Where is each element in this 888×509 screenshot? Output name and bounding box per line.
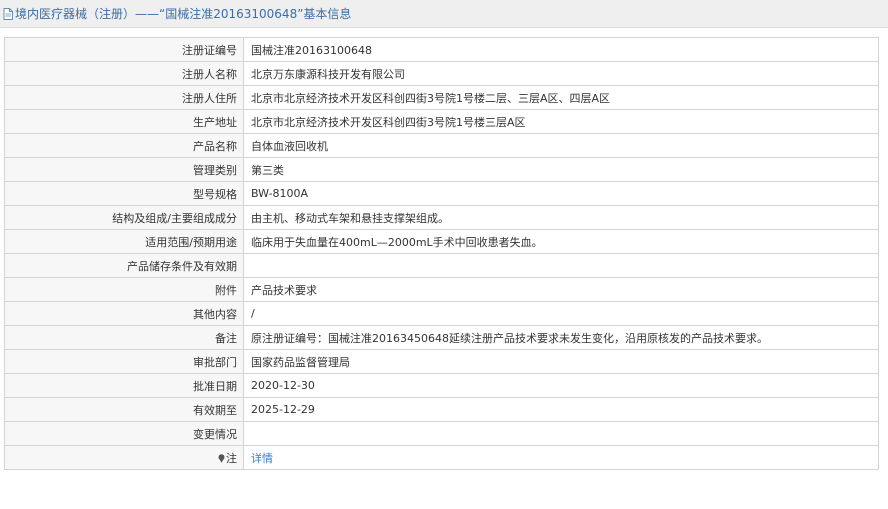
note-label-cell: 注 [4, 445, 244, 470]
table-row: 备注 原注册证编号：国械注准20163450648延续注册产品技术要求未发生变化，… [4, 325, 879, 350]
field-label: 注册人名称 [4, 61, 244, 86]
page-header: 境内医疗器械（注册）——“国械注准20163100648”基本信息 [0, 0, 888, 28]
table-row: 注册人住所 北京市北京经济技术开发区科创四街3号院1号楼二层、三层A区、四层A区 [4, 85, 879, 110]
field-value: 北京市北京经济技术开发区科创四街3号院1号楼三层A区 [243, 109, 879, 134]
field-value: 北京万东康源科技开发有限公司 [243, 61, 879, 86]
field-label: 管理类别 [4, 157, 244, 182]
table-row: 适用范围/预期用途 临床用于失血量在400mL—2000mL手术中回收患者失血。 [4, 229, 879, 254]
field-value: / [243, 301, 879, 326]
note-row: 注 详情 [4, 445, 879, 470]
field-label: 生产地址 [4, 109, 244, 134]
table-row: 有效期至 2025-12-29 [4, 397, 879, 422]
table-row: 批准日期 2020-12-30 [4, 373, 879, 398]
field-label: 结构及组成/主要组成成分 [4, 205, 244, 230]
field-value: 自体血液回收机 [243, 133, 879, 158]
note-value-cell: 详情 [243, 445, 879, 470]
field-label: 产品名称 [4, 133, 244, 158]
field-value: 国械注准20163100648 [243, 37, 879, 62]
table-row: 注册证编号 国械注准20163100648 [4, 37, 879, 62]
field-value: 产品技术要求 [243, 277, 879, 302]
field-label: 附件 [4, 277, 244, 302]
table-row: 型号规格 BW-8100A [4, 181, 879, 206]
note-label: 注 [226, 451, 237, 465]
info-table: 注册证编号 国械注准20163100648 注册人名称 北京万东康源科技开发有限公司注… [4, 37, 879, 470]
field-value: 第三类 [243, 157, 879, 182]
table-row: 附件 产品技术要求 [4, 277, 879, 302]
details-link[interactable]: 详情 [251, 452, 273, 465]
field-label: 其他内容 [4, 301, 244, 326]
field-label: 变更情况 [4, 421, 244, 446]
field-label: 批准日期 [4, 373, 244, 398]
field-label: 适用范围/预期用途 [4, 229, 244, 254]
page-title: 境内医疗器械（注册）——“国械注准20163100648”基本信息 [15, 7, 352, 21]
field-value: 2025-12-29 [243, 397, 879, 422]
field-value: BW-8100A [243, 181, 879, 206]
field-label: 备注 [4, 325, 244, 350]
field-value [243, 253, 879, 278]
field-value: 原注册证编号：国械注准20163450648延续注册产品技术要求未发生变化，沿用… [243, 325, 879, 350]
table-row: 产品储存条件及有效期 [4, 253, 879, 278]
field-value: 临床用于失血量在400mL—2000mL手术中回收患者失血。 [243, 229, 879, 254]
field-value: 由主机、移动式车架和悬挂支撑架组成。 [243, 205, 879, 230]
table-row: 生产地址 北京市北京经济技术开发区科创四街3号院1号楼三层A区 [4, 109, 879, 134]
field-label: 有效期至 [4, 397, 244, 422]
map-pin-icon [218, 453, 225, 463]
field-label: 注册证编号 [4, 37, 244, 62]
field-label: 产品储存条件及有效期 [4, 253, 244, 278]
table-row: 变更情况 [4, 421, 879, 446]
field-value: 国家药品监督管理局 [243, 349, 879, 374]
field-label: 审批部门 [4, 349, 244, 374]
table-row: 结构及组成/主要组成成分 由主机、移动式车架和悬挂支撑架组成。 [4, 205, 879, 230]
field-label: 注册人住所 [4, 85, 244, 110]
table-row: 产品名称 自体血液回收机 [4, 133, 879, 158]
table-row: 注册人名称 北京万东康源科技开发有限公司 [4, 61, 879, 86]
table-row: 其他内容 / [4, 301, 879, 326]
document-icon [3, 7, 13, 20]
table-row: 审批部门 国家药品监督管理局 [4, 349, 879, 374]
field-value [243, 421, 879, 446]
field-value: 北京市北京经济技术开发区科创四街3号院1号楼二层、三层A区、四层A区 [243, 85, 879, 110]
table-row: 管理类别 第三类 [4, 157, 879, 182]
field-value: 2020-12-30 [243, 373, 879, 398]
field-label: 型号规格 [4, 181, 244, 206]
